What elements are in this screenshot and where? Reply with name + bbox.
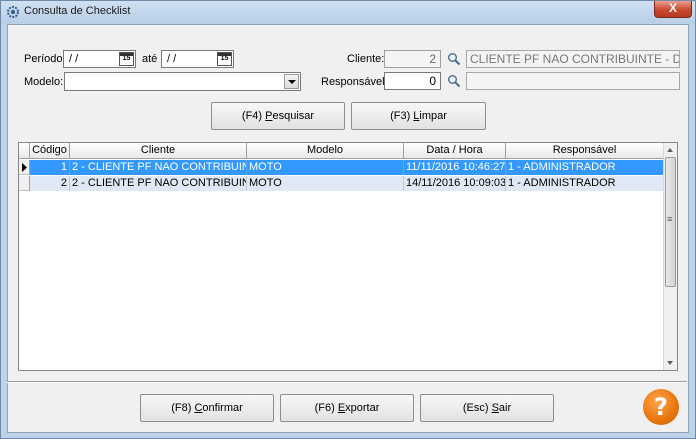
window-title: Consulta de Checklist [24, 5, 131, 17]
chevron-down-icon[interactable] [284, 74, 299, 89]
date-from-field[interactable]: / / 15 [63, 50, 136, 68]
pesquisar-rest: esquisar [272, 110, 315, 122]
cell-cliente: 2 - CLIENTE PF NAO CONTRIBUINTE - [70, 176, 247, 191]
table-row[interactable]: 2 2 - CLIENTE PF NAO CONTRIBUINTE - MOTO… [19, 176, 664, 191]
app-gear-icon [7, 6, 19, 18]
modelo-label: Modelo: [24, 76, 64, 88]
date-to-value: / / [167, 53, 177, 65]
responsavel-code-input[interactable]: 0 [384, 72, 441, 90]
cell-data-hora: 14/11/2016 10:09:03 [404, 176, 506, 191]
sair-rest: air [498, 402, 512, 414]
sair-button[interactable]: (Esc) Sair [420, 394, 554, 422]
checklist-grid[interactable]: Código Cliente Modelo Data / Hora Respon… [18, 142, 678, 371]
cell-codigo: 2 [30, 176, 70, 191]
title-bar[interactable]: Consulta de Checklist X [1, 1, 695, 23]
calendar-to-icon[interactable]: 15 [217, 52, 232, 66]
exportar-rest: xportar [345, 402, 380, 414]
limpar-rest: impar [419, 110, 447, 122]
pesquisar-prefix: (F4) [241, 110, 266, 122]
cell-data-hora: 11/11/2016 10:46:27 [404, 160, 506, 175]
ate-label: até [142, 53, 158, 65]
cliente-search-icon[interactable] [447, 52, 461, 66]
cell-responsavel: 1 - ADMINISTRADOR [506, 176, 664, 191]
confirmar-button[interactable]: (F8) Confirmar [140, 394, 274, 422]
cell-responsavel: 1 - ADMINISTRADOR [506, 160, 664, 175]
row-indicator [19, 160, 30, 175]
header-indicator [19, 143, 30, 159]
responsavel-search-icon[interactable] [447, 74, 461, 88]
exportar-button[interactable]: (F6) Exportar [280, 394, 414, 422]
exportar-prefix: (F6) [314, 402, 338, 414]
pesquisar-mnemonic: P [265, 110, 273, 122]
modelo-select[interactable] [64, 72, 301, 91]
periodo-label: Período: [24, 53, 66, 65]
col-header-responsavel[interactable]: Responsável [506, 143, 664, 159]
confirmar-rest: onfirmar [202, 402, 243, 414]
table-row[interactable]: 1 2 - CLIENTE PF NAO CONTRIBUINTE - MOTO… [19, 160, 664, 175]
responsavel-name-field [466, 72, 680, 90]
limpar-prefix: (F3) [390, 110, 414, 122]
limpar-button[interactable]: (F3) Limpar [351, 102, 486, 130]
cliente-label: Cliente: [347, 53, 385, 65]
col-header-modelo[interactable]: Modelo [247, 143, 404, 159]
confirmar-prefix: (F8) [171, 402, 195, 414]
help-button[interactable]: ? [643, 389, 679, 425]
scroll-down-icon[interactable] [664, 357, 677, 370]
scroll-up-icon[interactable] [664, 143, 677, 156]
sair-prefix: (Esc) [462, 402, 492, 414]
cliente-name-field: CLIENTE PF NAO CONTRIBUINTE - DENTRO [466, 50, 680, 68]
responsavel-label: Responsável: [321, 76, 388, 88]
checklist-window: Consulta de Checklist X Período: / / 15 … [0, 0, 696, 439]
pesquisar-button[interactable]: (F4) Pesquisar [211, 102, 345, 130]
sair-mnemonic: S [491, 402, 499, 414]
date-to-field[interactable]: / / 15 [161, 50, 234, 68]
col-header-cliente[interactable]: Cliente [70, 143, 247, 159]
date-from-value: / / [69, 53, 79, 65]
close-button[interactable]: X [654, 1, 692, 18]
cell-cliente: 2 - CLIENTE PF NAO CONTRIBUINTE - [70, 160, 247, 175]
cell-modelo: MOTO [247, 160, 404, 175]
row-indicator [19, 176, 30, 191]
current-row-arrow-icon [22, 163, 27, 172]
vertical-scrollbar[interactable] [663, 143, 677, 370]
cliente-code-input[interactable]: 2 [384, 50, 441, 68]
cell-codigo: 1 [30, 160, 70, 175]
grid-header: Código Cliente Modelo Data / Hora Respon… [19, 143, 664, 159]
cell-modelo: MOTO [247, 176, 404, 191]
calendar-from-icon[interactable]: 15 [119, 52, 134, 66]
scroll-thumb[interactable] [665, 157, 676, 287]
col-header-data-hora[interactable]: Data / Hora [404, 143, 506, 159]
col-header-codigo[interactable]: Código [30, 143, 70, 159]
